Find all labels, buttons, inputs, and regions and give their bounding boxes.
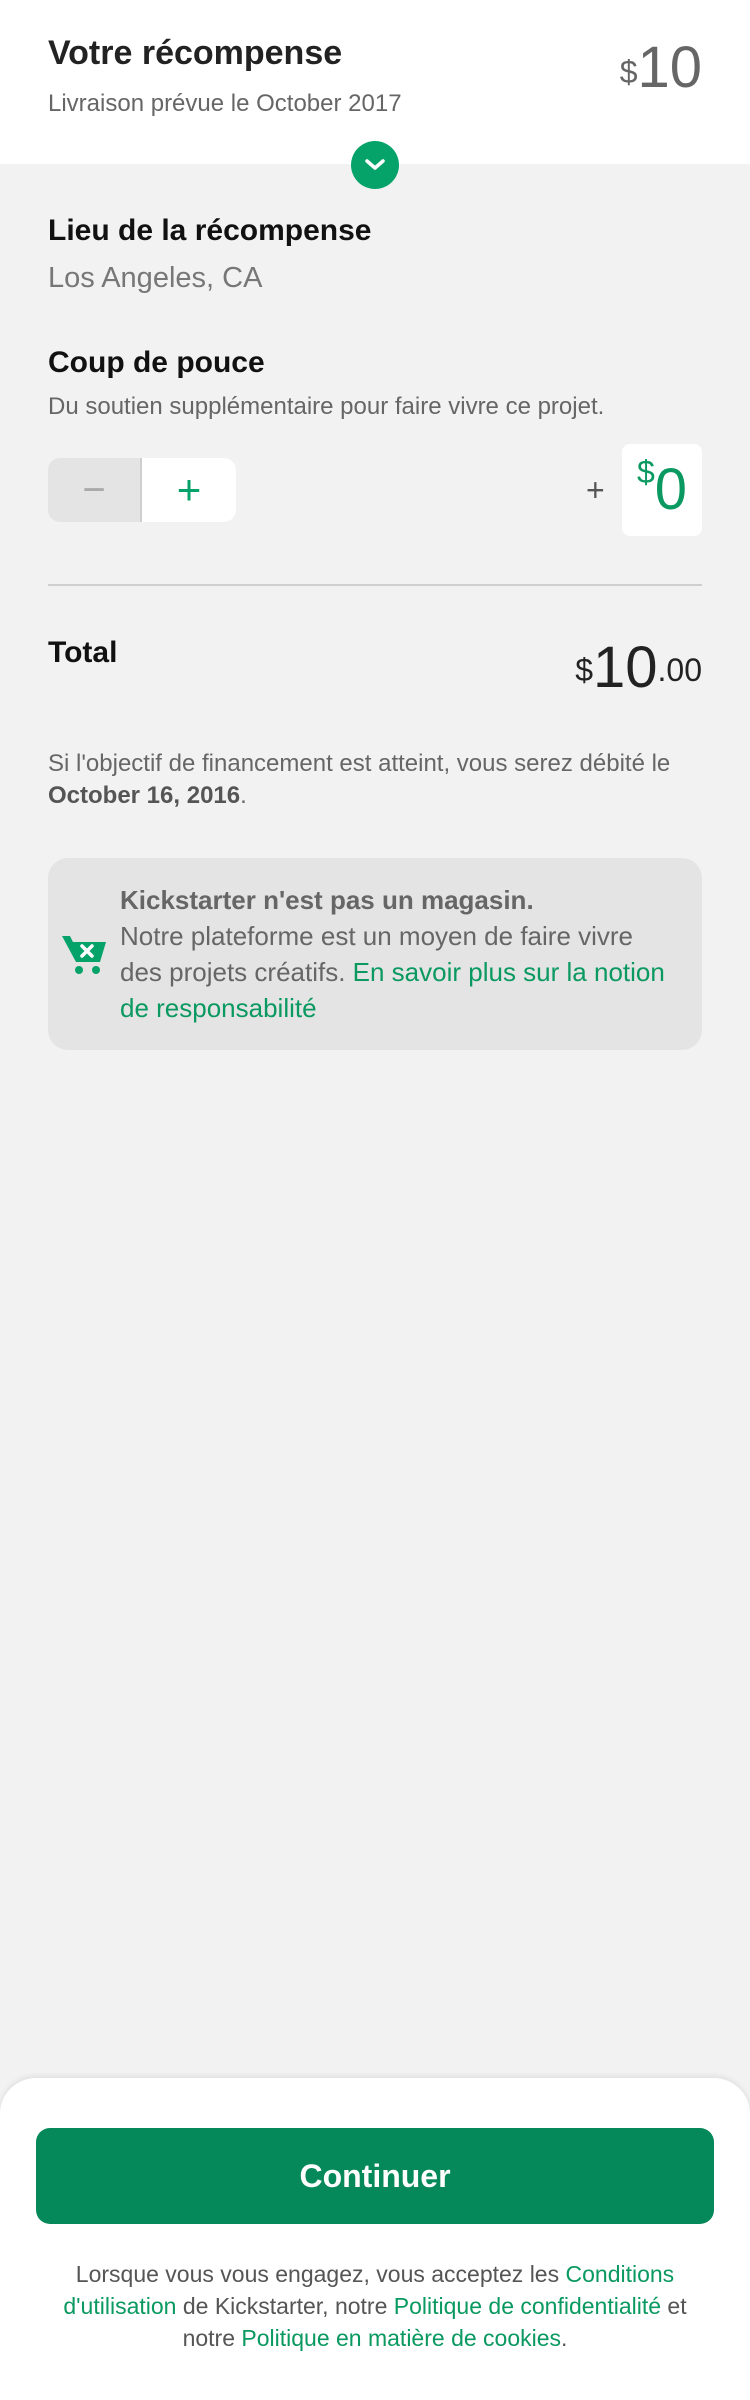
- boost-stepper: − +: [48, 458, 236, 522]
- reward-header: Votre récompense Livraison prévue le Oct…: [0, 0, 750, 164]
- chevron-down-icon: [365, 159, 385, 170]
- reward-price-currency: $: [619, 54, 638, 90]
- increment-button[interactable]: +: [142, 458, 236, 522]
- boost-amount-field[interactable]: $0: [622, 444, 702, 536]
- total-label: Total: [48, 636, 118, 669]
- total-cents: .00: [657, 652, 702, 688]
- boost-title: Coup de pouce: [48, 346, 265, 379]
- privacy-link[interactable]: Politique de confidentialité: [394, 2293, 661, 2319]
- reward-title: Votre récompense: [48, 34, 343, 72]
- boost-amount-value: 0: [654, 457, 688, 522]
- legal-text-1: Lorsque vous vous engagez, vous acceptez…: [75, 2261, 566, 2287]
- boost-description: Du soutien supplémentaire pour faire viv…: [48, 393, 605, 420]
- location-title: Lieu de la récompense: [48, 214, 372, 247]
- total-amount: $10.00: [575, 636, 702, 700]
- cart-x-icon: [62, 936, 106, 974]
- charge-note-text: Si l'objectif de financement est atteint…: [48, 750, 671, 777]
- charge-date: October 16, 2016: [48, 782, 241, 809]
- legal-text: Lorsque vous vous engagez, vous acceptez…: [60, 2258, 690, 2354]
- divider: [48, 584, 702, 586]
- cookie-policy-link[interactable]: Politique en matière de cookies: [241, 2325, 561, 2351]
- charge-note-end: .: [240, 782, 247, 809]
- boost-plus-sign: +: [586, 472, 605, 508]
- charge-note: Si l'objectif de financement est atteint…: [48, 748, 708, 812]
- not-a-store-notice: Kickstarter n'est pas un magasin. Notre …: [48, 858, 702, 1050]
- reward-price: $10: [620, 38, 702, 98]
- continue-button[interactable]: Continuer: [36, 2128, 714, 2224]
- notice-title: Kickstarter n'est pas un magasin.: [120, 885, 534, 915]
- collapse-toggle-button[interactable]: [351, 141, 399, 189]
- total-value: 10: [593, 635, 658, 700]
- decrement-button[interactable]: −: [48, 458, 142, 522]
- pledge-footer: Continuer Lorsque vous vous engagez, vou…: [0, 2078, 750, 2400]
- boost-currency: $: [636, 454, 655, 490]
- notice-text: Kickstarter n'est pas un magasin. Notre …: [120, 882, 680, 1026]
- legal-text-4: .: [561, 2325, 568, 2351]
- total-currency: $: [575, 652, 593, 688]
- reward-price-amount: 10: [637, 35, 702, 100]
- delivery-estimate: Livraison prévue le October 2017: [48, 90, 402, 117]
- legal-text-2: de Kickstarter, notre: [176, 2293, 394, 2319]
- location-value: Los Angeles, CA: [48, 262, 263, 294]
